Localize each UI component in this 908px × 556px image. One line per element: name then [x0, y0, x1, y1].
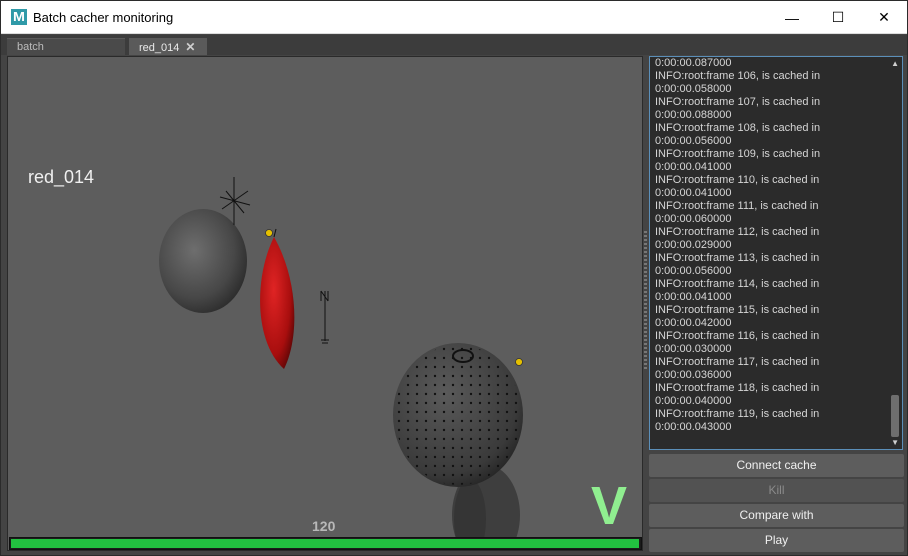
close-window-button[interactable]: ✕	[861, 1, 907, 34]
log-line: INFO:root:frame 112, is cached in	[655, 226, 820, 238]
kill-button[interactable]: Kill	[649, 479, 904, 502]
log-line: 0:00:00.030000	[655, 343, 732, 355]
scroll-down-arrow-icon[interactable]: ▼	[891, 438, 899, 447]
log-line: 0:00:00.088000	[655, 109, 732, 121]
log-line: 0:00:00.042000	[655, 317, 732, 329]
batch-cacher-window: M Batch cacher monitoring — ☐ ✕ batch ca…	[0, 0, 908, 556]
log-line: 0:00:00.043000	[655, 421, 732, 433]
tab-batch-cache-013[interactable]: batch cache_013✕	[7, 38, 125, 71]
log-line: 0:00:00.040000	[655, 395, 732, 407]
camera-label: red_014	[28, 167, 95, 187]
log-line: INFO:root:frame 106, is cached in	[655, 70, 821, 82]
current-frame-number: 120	[312, 518, 336, 534]
log-output-panel[interactable]: 0:00:00.087000 INFO:root:frame 106, is ca…	[649, 56, 903, 450]
log-line: 0:00:00.056000	[655, 135, 732, 147]
dotted-head-object	[393, 343, 523, 550]
log-line: INFO:root:frame 118, is cached in	[655, 382, 820, 394]
close-tab-icon[interactable]: ✕	[185, 40, 195, 54]
play-button[interactable]: Play	[649, 529, 904, 552]
log-scrollbar[interactable]: ▲ ▼	[888, 57, 902, 449]
tab-bar: batch cache_013✕ red_014 ✕	[1, 35, 907, 71]
log-line: INFO:root:frame 107, is cached in	[655, 96, 821, 108]
title-bar[interactable]: M Batch cacher monitoring — ☐ ✕	[1, 1, 907, 34]
cache-progress-bar	[9, 537, 642, 550]
log-line: 0:00:00.056000	[655, 265, 732, 277]
log-line: INFO:root:frame 113, is cached in	[655, 252, 820, 264]
log-line: 0:00:00.041000	[655, 161, 732, 173]
compare-with-button[interactable]: Compare with	[649, 504, 904, 527]
pivot-marker-icon	[265, 229, 523, 366]
log-line: INFO:root:frame 119, is cached in	[655, 408, 820, 420]
cache-progress-fill	[11, 539, 639, 548]
scroll-up-arrow-icon[interactable]: ▲	[891, 59, 899, 68]
minimize-button[interactable]: —	[769, 1, 815, 34]
arrow-locator-icon	[320, 290, 329, 344]
log-line: INFO:root:frame 111, is cached in	[655, 200, 819, 212]
log-line: 0:00:00.041000	[655, 291, 732, 303]
playblast-viewport[interactable]: red_014 120 V	[7, 56, 643, 551]
log-line: INFO:root:frame 117, is cached in	[655, 356, 820, 368]
maximize-button[interactable]: ☐	[815, 1, 861, 34]
log-line: 0:00:00.087000	[655, 57, 732, 69]
log-line: INFO:root:frame 116, is cached in	[655, 330, 820, 342]
validation-v-marker: V	[591, 476, 628, 536]
log-lines: 0:00:00.087000 INFO:root:frame 106, is ca…	[655, 57, 887, 434]
log-line: 0:00:00.029000	[655, 239, 732, 251]
panel-splitter-handle[interactable]	[644, 231, 647, 371]
log-line: INFO:root:frame 109, is cached in	[655, 148, 821, 160]
red-leaf-object	[260, 228, 295, 369]
tab-label: red_014	[139, 42, 180, 54]
log-line: INFO:root:frame 114, is cached in	[655, 278, 820, 290]
tab-red-014[interactable]: red_014 ✕	[129, 38, 207, 55]
log-line: 0:00:00.036000	[655, 369, 732, 381]
log-line: INFO:root:frame 110, is cached in	[655, 174, 820, 186]
log-line: INFO:root:frame 115, is cached in	[655, 304, 820, 316]
maya-app-icon: M	[11, 9, 27, 25]
log-line: INFO:root:frame 108, is cached in	[655, 122, 821, 134]
log-line: 0:00:00.060000	[655, 213, 732, 225]
scrollbar-thumb[interactable]	[891, 395, 899, 437]
log-line: 0:00:00.041000	[655, 187, 732, 199]
log-line: 0:00:00.058000	[655, 83, 732, 95]
window-title: Batch cacher monitoring	[33, 10, 174, 25]
scene-render	[159, 177, 523, 550]
connect-cache-button[interactable]: Connect cache	[649, 454, 904, 477]
